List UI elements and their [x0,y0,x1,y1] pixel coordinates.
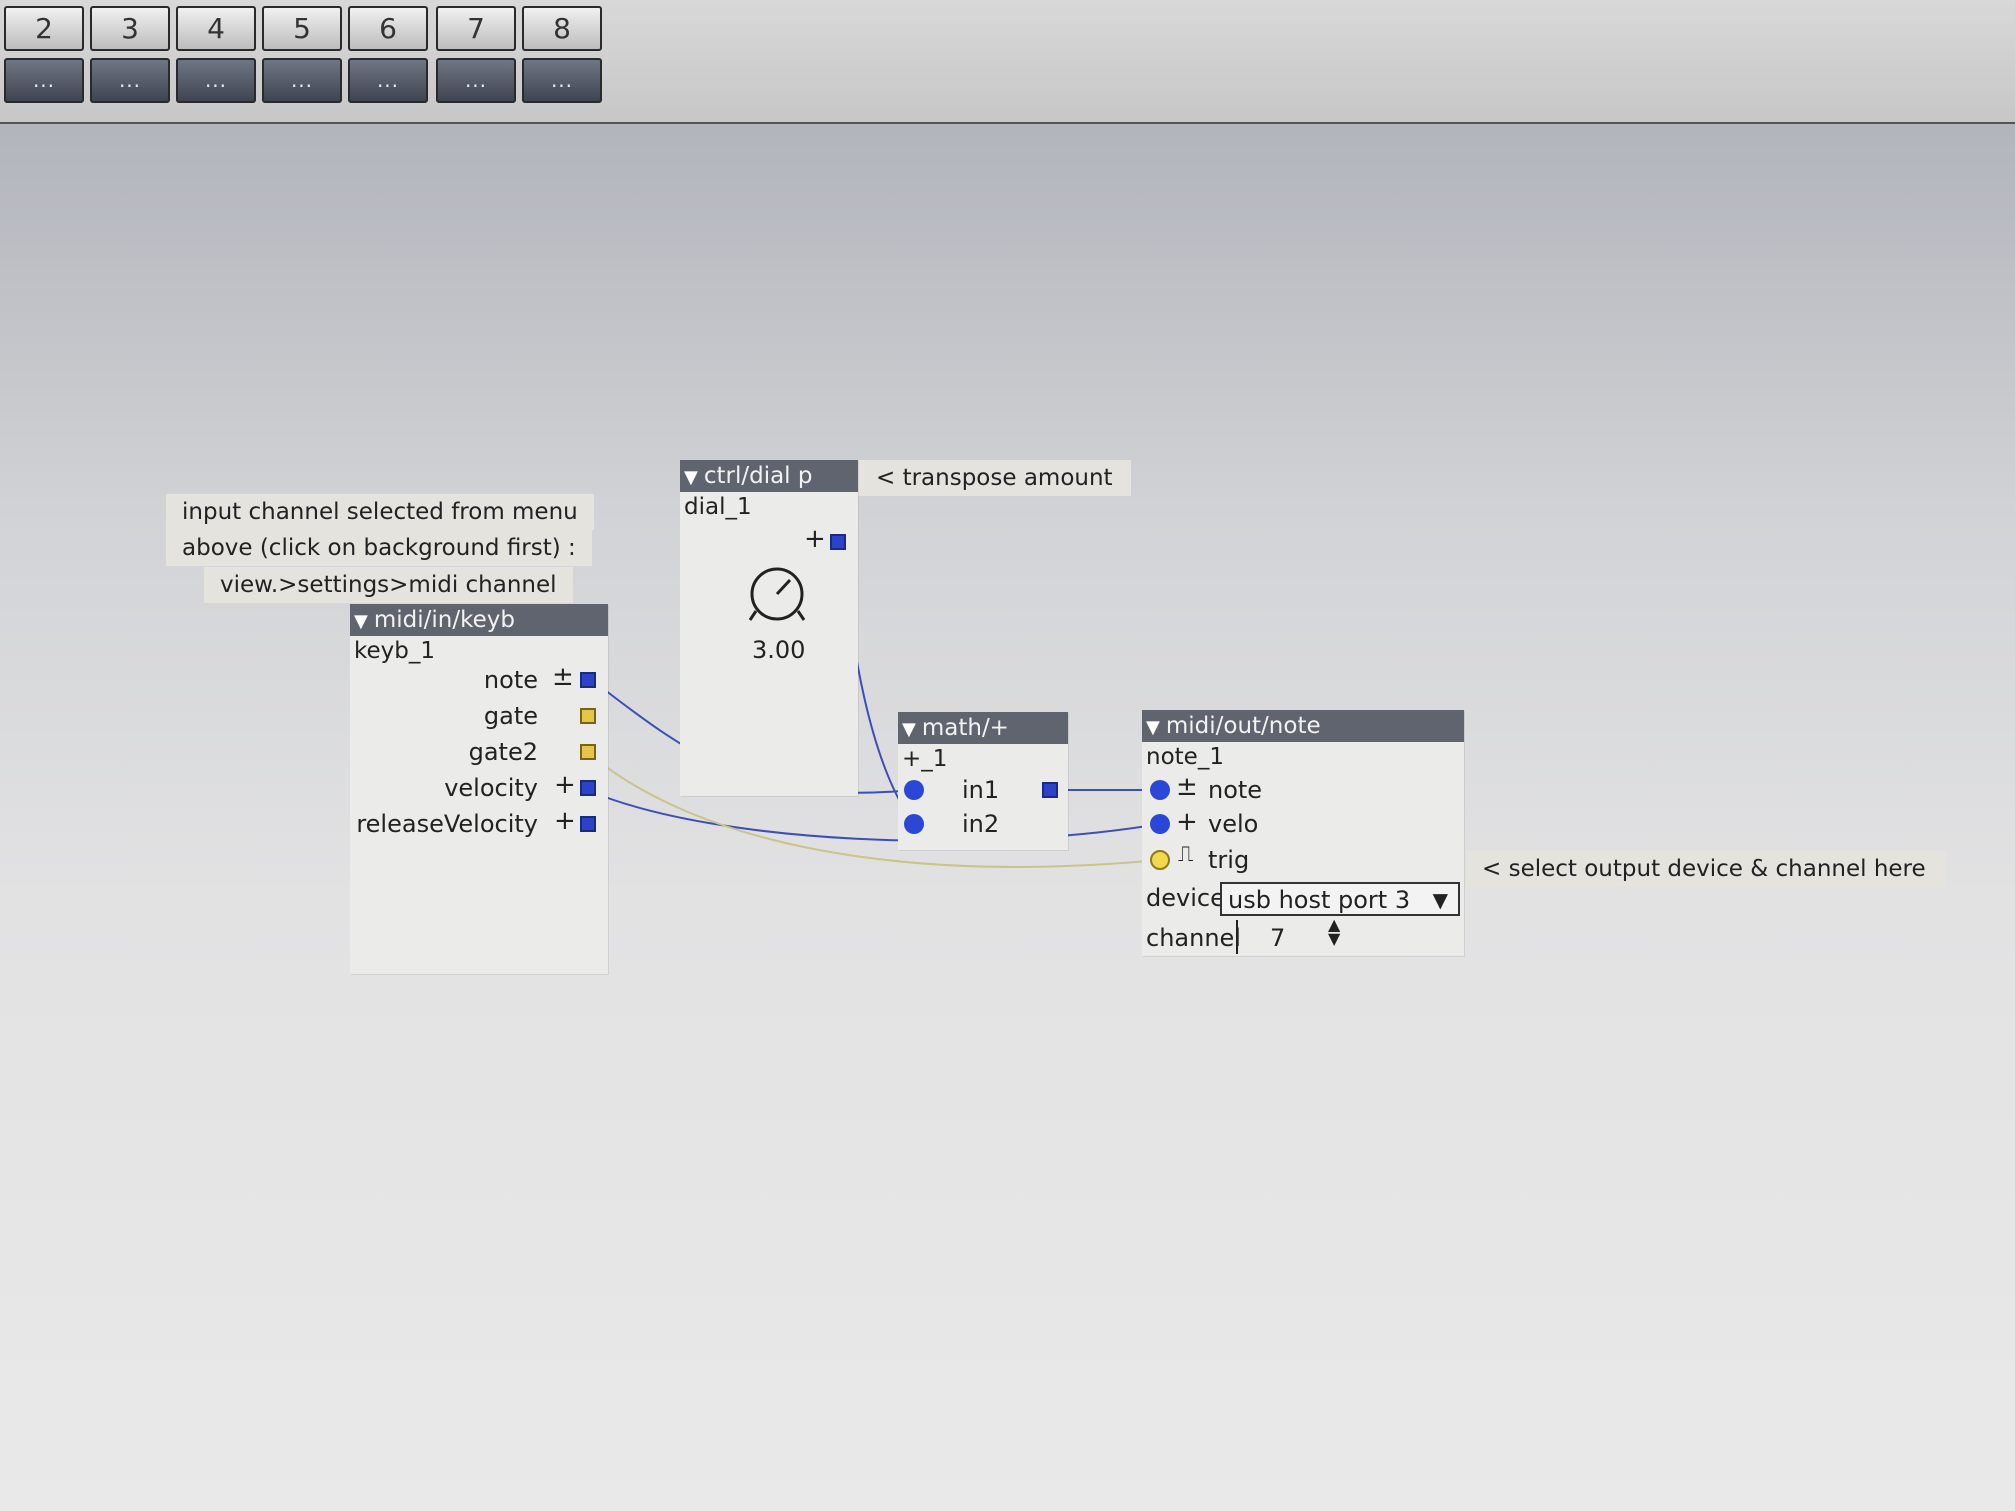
outlet-math-result[interactable] [1042,782,1058,798]
trigger-icon: ⎍ [1178,842,1194,867]
outlet-gate[interactable] [580,708,596,724]
inlet-in2[interactable] [904,814,924,834]
comment-input-channel-2: above (click on background first) : [166,530,592,566]
dial-value-display: 3.00 [752,636,806,664]
preset-button-4[interactable]: 4 [176,6,256,51]
inlet-label-in2: in2 [962,810,1000,838]
inlet-label-velo: velo [1208,810,1259,838]
inlet-label-note: note [1208,776,1263,804]
object-type-label: math/+ [921,715,1009,741]
collapse-triangle-icon[interactable]: ▼ [354,611,368,632]
object-midi-out-note[interactable]: ▼ midi/out/note note_1 ± note + velo ⎍ tr… [1142,710,1464,956]
preset-button-5[interactable]: 5 [262,6,342,51]
preset-button-3[interactable]: 3 [90,6,170,51]
outlet-releasevelocity[interactable] [580,816,596,832]
channel-spinner-icon[interactable]: ▲ ▼ [1328,917,1340,947]
outlet-note[interactable] [580,672,596,688]
inlet-velo[interactable] [1150,814,1170,834]
preset-menu-button[interactable]: ... [436,58,516,103]
comment-select-output: < select output device & channel here [1466,851,1946,887]
positive-symbol: + [554,770,576,800]
object-header[interactable]: ▼ midi/in/keyb [350,604,608,636]
outlet-gate2[interactable] [580,744,596,760]
patch-canvas[interactable]: input channel selected from menu above (… [0,124,2015,1511]
object-type-label: midi/in/keyb [373,607,515,633]
bipolar-symbol: ± [1176,772,1198,802]
device-label: device [1146,884,1225,912]
preset-menu-button[interactable]: ... [522,58,602,103]
outlet-label-gate: gate [483,702,538,730]
preset-menu-button[interactable]: ... [348,58,428,103]
preset-menu-button[interactable]: ... [176,58,256,103]
preset-button-7[interactable]: 7 [436,6,516,51]
inlet-label-in1: in1 [962,776,1000,804]
comment-input-channel-3: view.>settings>midi channel [204,567,573,603]
positive-symbol: + [554,806,576,836]
object-ctrl-dial[interactable]: ▼ ctrl/dial p dial_1 + 3.00 [680,460,858,796]
object-math-plus[interactable]: ▼ math/+ +_1 in1 in2 [898,712,1068,850]
channel-value[interactable]: 7 [1270,922,1285,954]
object-instance-name: note_1 [1146,744,1224,770]
preset-menu-button[interactable]: ... [4,58,84,103]
object-header[interactable]: ▼ midi/out/note [1142,710,1464,742]
device-select[interactable]: usb host port 3 ▼ [1220,882,1460,916]
wire-keyb-gate2-to-trig[interactable] [591,755,1161,868]
collapse-triangle-icon[interactable]: ▼ [1146,717,1160,738]
outlet-label-velocity: velocity [444,774,538,802]
object-type-label: midi/out/note [1165,713,1321,739]
object-instance-name: +_1 [902,746,948,772]
comment-input-channel-1: input channel selected from menu [166,494,594,530]
positive-symbol: + [804,524,826,554]
object-type-label: ctrl/dial p [703,463,813,489]
preset-toolbar: 2 3 4 5 6 7 8 ... ... ... ... ... ... ..… [0,0,2015,124]
inlet-trig[interactable] [1150,850,1170,870]
outlet-velocity[interactable] [580,780,596,796]
object-instance-name: dial_1 [684,494,752,520]
preset-menu-button[interactable]: ... [90,58,170,103]
channel-label: channel [1146,924,1241,952]
inlet-note[interactable] [1150,780,1170,800]
object-header[interactable]: ▼ math/+ [898,712,1068,744]
comment-transpose-amount: < transpose amount [858,460,1131,496]
dial-knob[interactable] [744,562,810,628]
inlet-in1[interactable] [904,780,924,800]
dropdown-arrow-icon: ▼ [1432,888,1448,912]
outlet-label-releasevelocity: releaseVelocity [356,810,538,838]
wire-keyb-velocity-to-velo[interactable] [591,791,1161,842]
positive-symbol: + [1176,807,1198,837]
preset-button-8[interactable]: 8 [522,6,602,51]
outlet-dial-value[interactable] [830,534,846,550]
object-midi-in-keyb[interactable]: ▼ midi/in/keyb keyb_1 note ± gate gate2 v… [350,604,608,974]
preset-menu-button[interactable]: ... [262,58,342,103]
preset-button-6[interactable]: 6 [348,6,428,51]
device-select-value: usb host port 3 [1228,886,1411,914]
inlet-label-trig: trig [1208,846,1250,874]
collapse-triangle-icon[interactable]: ▼ [684,467,698,488]
channel-field-divider [1236,920,1238,954]
bipolar-symbol: ± [552,662,574,692]
collapse-triangle-icon[interactable]: ▼ [902,719,916,740]
preset-button-2[interactable]: 2 [4,6,84,51]
object-header[interactable]: ▼ ctrl/dial p [680,460,858,492]
outlet-label-gate2: gate2 [468,738,538,766]
outlet-label-note: note [483,666,538,694]
